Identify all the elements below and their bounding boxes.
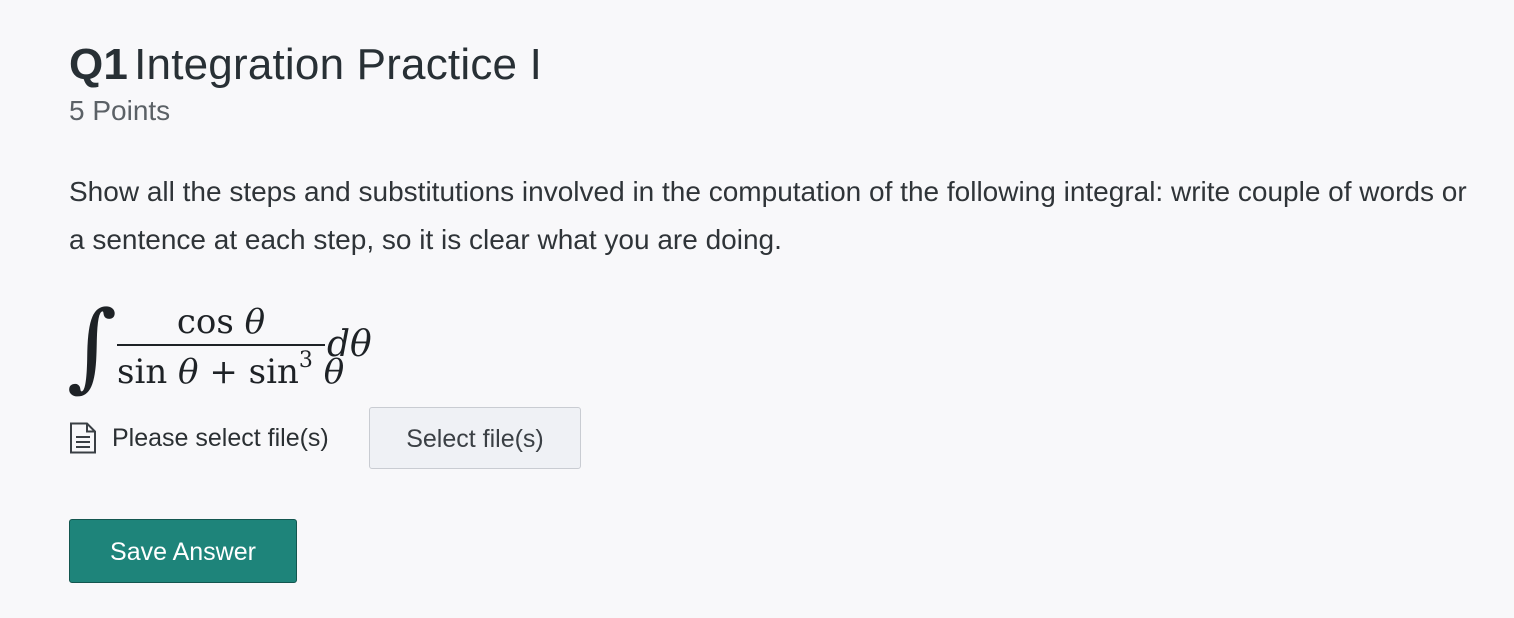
question-block: Q1 Integration Practice I 5 Points Show a…	[67, 40, 1489, 583]
denominator-plus: +	[209, 351, 238, 392]
denominator-function-2: sin	[248, 351, 299, 392]
integral-expression: ∫ cos θ sin θ + sin3 θ dθ	[67, 296, 429, 402]
integral-fraction: cos θ sin θ + sin3 θ	[117, 302, 344, 397]
save-answer-button[interactable]: Save Answer	[69, 519, 297, 583]
question-title: Integration Practice I	[134, 40, 543, 89]
question-points: 5 Points	[69, 95, 171, 126]
numerator-variable: θ	[244, 302, 266, 342]
fraction-numerator: cos θ	[117, 302, 325, 344]
fraction-denominator: sin θ + sin3 θ	[117, 348, 344, 397]
select-files-button[interactable]: Select file(s)	[369, 407, 581, 469]
file-document-icon	[69, 422, 97, 454]
integral-differential: dθ	[327, 324, 372, 365]
denominator-variable-1: θ	[178, 351, 199, 392]
denominator-function-1: sin	[117, 351, 168, 392]
denominator-exponent: 3	[298, 347, 313, 373]
numerator-function: cos	[176, 302, 234, 342]
question-prompt: Show all the steps and substitutions inv…	[69, 176, 1467, 255]
question-number: Q1	[69, 40, 129, 89]
integral-sign: ∫	[67, 290, 118, 402]
fraction-bar	[117, 344, 325, 346]
file-upload-row: Please select file(s) Select file(s)	[69, 407, 669, 471]
file-status-text: Please select file(s)	[112, 424, 329, 452]
question-heading: Q1 Integration Practice I	[69, 40, 1489, 90]
